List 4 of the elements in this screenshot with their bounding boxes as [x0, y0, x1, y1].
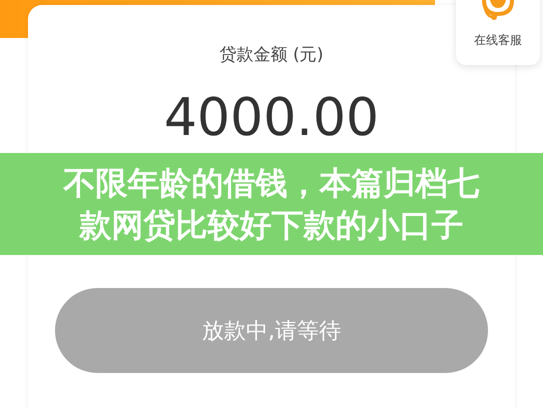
amount-value: 4000.00 — [164, 88, 380, 148]
amount-label: 贷款金额 (元) — [220, 44, 324, 66]
banner-title: 不限年龄的借钱，本篇归档七款网贷比较好下款的小口子 — [62, 163, 480, 246]
customer-service-button[interactable]: 在线客服 — [456, 0, 540, 65]
